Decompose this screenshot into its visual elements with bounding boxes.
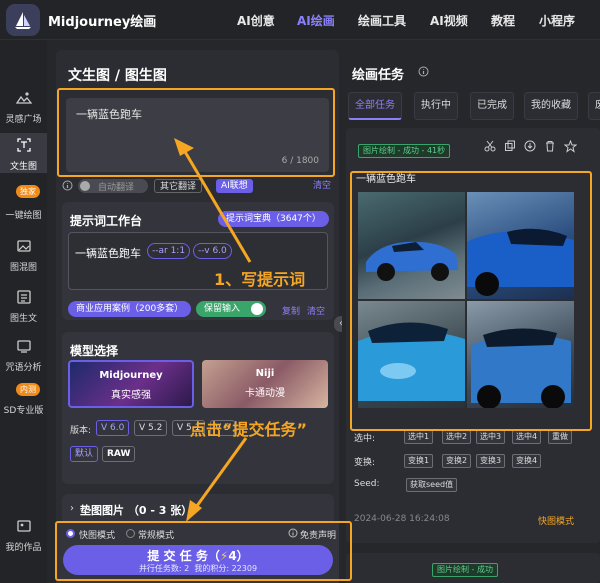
annotation-step-2: 点击“提交任务” <box>190 420 308 439</box>
annotation-arrows-icon <box>174 138 252 522</box>
app-root: Midjourney绘画 AI创意 AI绘画 绘画工具 AI视频 教程 小程序 … <box>0 0 600 583</box>
annotation-step-1: 1、写提示词 <box>214 270 306 289</box>
